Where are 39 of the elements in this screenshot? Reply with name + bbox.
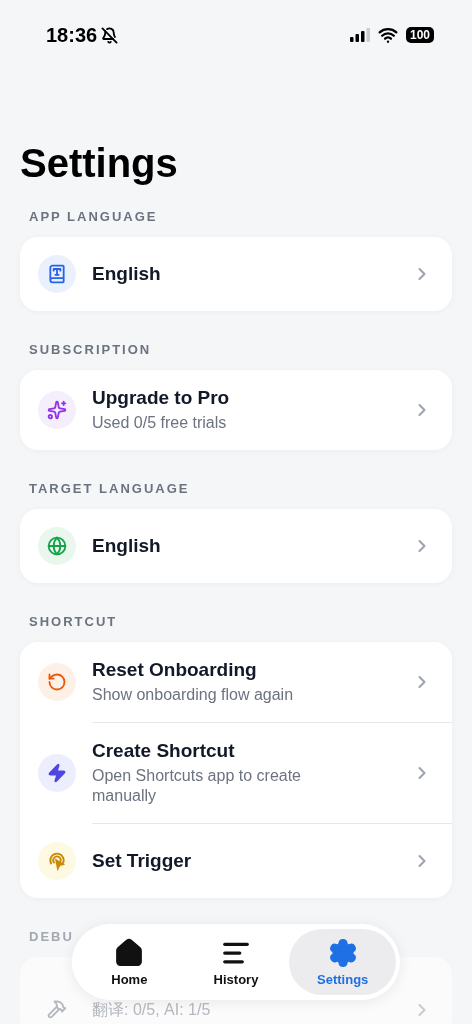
row-subtitle: Open Shortcuts app to create manually — [92, 766, 302, 806]
hammer-icon — [46, 998, 68, 1020]
page-title: Settings — [20, 141, 178, 185]
row-title: English — [92, 263, 161, 285]
row-title: Upgrade to Pro — [92, 387, 230, 409]
settings-row[interactable]: English — [20, 509, 452, 583]
section-header: APP LANGUAGE — [29, 209, 158, 225]
tap-icon — [38, 842, 76, 880]
settings-row[interactable]: Set Trigger — [20, 824, 452, 898]
globe-icon — [38, 527, 76, 565]
battery-icon: 100 — [405, 27, 434, 43]
bell-off-icon — [101, 26, 119, 44]
sparkles-icon — [38, 391, 76, 429]
row-title: Set Trigger — [92, 850, 192, 872]
row-title: English — [92, 535, 161, 557]
book-icon — [38, 255, 76, 293]
tab[interactable]: History — [182, 929, 290, 995]
settings-row[interactable]: Upgrade to Pro Used 0/5 free trials — [20, 370, 452, 450]
settings-row[interactable]: Reset Onboarding Show onboarding flow again — [20, 642, 452, 722]
settings-icon — [327, 937, 358, 968]
section-header: SUBSCRIPTION — [29, 342, 152, 358]
tab[interactable]: Settings — [289, 929, 396, 995]
section-header: DEBU — [29, 929, 74, 945]
section-header: TARGET LANGUAGE — [29, 481, 190, 497]
row-subtitle: Show onboarding flow again — [92, 685, 294, 705]
lightning-icon — [38, 754, 76, 792]
settings-row[interactable]: Create Shortcut Open Shortcuts app to create manually — [20, 723, 452, 823]
row-title: Create Shortcut — [92, 740, 235, 762]
row-title: Reset Onboarding — [92, 659, 257, 681]
signal-icon — [349, 28, 370, 42]
tab[interactable]: Home — [76, 929, 183, 995]
home-icon — [114, 937, 145, 968]
wifi-icon — [377, 25, 398, 45]
reset-icon — [38, 663, 76, 701]
row-subtitle: 翻译: 0/5, AI: 1/5 — [92, 1000, 211, 1020]
section-header: SHORTCUT — [29, 614, 118, 630]
settings-row[interactable]: English — [20, 237, 452, 311]
row-subtitle: Used 0/5 free trials — [92, 413, 227, 433]
status-time: 18:36 — [46, 23, 98, 47]
